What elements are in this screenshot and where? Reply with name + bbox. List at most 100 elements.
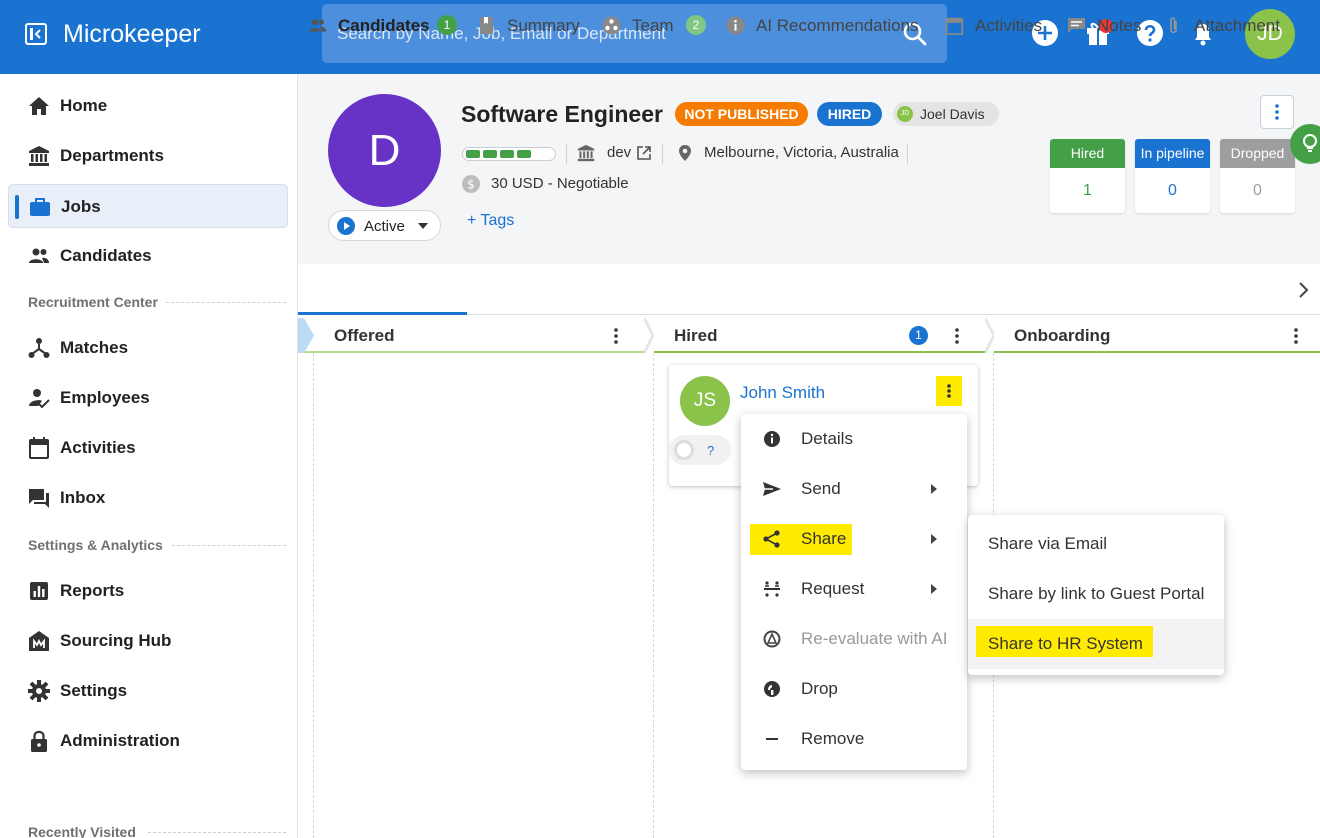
- open-external-icon[interactable]: [636, 145, 652, 161]
- tab-attachment[interactable]: Attachment: [1164, 0, 1294, 50]
- book-icon: [477, 16, 496, 35]
- not-published-badge[interactable]: NOT PUBLISHED: [675, 102, 808, 126]
- sidebar-item-label: Home: [60, 96, 108, 115]
- sidebar-item-administration[interactable]: Administration: [8, 719, 288, 763]
- lightbulb-icon[interactable]: [1290, 124, 1320, 164]
- share-icon: [762, 529, 782, 549]
- drop-icon: [762, 679, 782, 699]
- submenu-item-share-guest-portal[interactable]: Share by link to Guest Portal: [968, 569, 1224, 619]
- candidate-menu-button[interactable]: [936, 376, 962, 406]
- sidebar-item-home[interactable]: Home: [8, 84, 288, 128]
- tab-activities[interactable]: Activities: [945, 0, 1055, 50]
- share-submenu: Share via Email Share by link to Guest P…: [968, 515, 1224, 675]
- note-icon: [1067, 16, 1086, 35]
- column-menu-icon[interactable]: [609, 327, 623, 345]
- column-hired: Hired 1: [654, 318, 985, 353]
- column-menu-icon[interactable]: [1289, 327, 1303, 345]
- section-divider: [148, 832, 286, 833]
- sidebar-item-label: Candidates: [60, 246, 152, 265]
- building-icon: [28, 630, 50, 652]
- menu-item-details[interactable]: Details: [741, 414, 967, 464]
- sidebar-item-label: Jobs: [61, 197, 101, 216]
- add-tags-button[interactable]: + Tags: [467, 212, 514, 230]
- job-location: Melbourne, Victoria, Australia: [704, 144, 899, 161]
- job-salary: 30 USD - Negotiable: [491, 175, 629, 192]
- sidebar-item-inbox[interactable]: Inbox: [8, 476, 288, 520]
- section-divider: [166, 302, 286, 303]
- gear-icon: [28, 680, 50, 702]
- menu-item-re-evaluate-ai[interactable]: Re-evaluate with AI: [741, 614, 967, 664]
- sidebar-item-label: Employees: [60, 388, 150, 407]
- location-pin-icon: [676, 144, 694, 162]
- sidebar-item-departments[interactable]: Departments: [8, 134, 288, 178]
- tab-candidates[interactable]: Candidates 1: [308, 0, 458, 50]
- tabs-scroll-right-icon[interactable]: [1297, 280, 1311, 300]
- rating-value: ?: [707, 443, 715, 458]
- info-icon: [762, 429, 782, 449]
- stat-value: 0: [1253, 182, 1262, 199]
- department-link[interactable]: dev: [607, 144, 631, 161]
- bar-chart-icon: [28, 580, 50, 602]
- tab-summary[interactable]: Summary: [477, 0, 587, 50]
- progress-bar: [462, 147, 556, 161]
- sidebar-toggle-icon[interactable]: [24, 22, 48, 46]
- sidebar-item-activities[interactable]: Activities: [8, 426, 288, 470]
- paperclip-icon: [1164, 16, 1183, 35]
- sidebar-item-settings[interactable]: Settings: [8, 669, 288, 713]
- chat-icon: [28, 487, 50, 509]
- bank-icon: [577, 144, 595, 162]
- sidebar-item-label: Administration: [60, 731, 180, 750]
- owner-avatar: JD: [897, 106, 913, 122]
- tab-count-badge: 2: [686, 15, 706, 35]
- sidebar-item-reports[interactable]: Reports: [8, 569, 288, 613]
- lock-icon: [28, 730, 50, 752]
- sidebar-item-candidates[interactable]: Candidates: [8, 234, 288, 278]
- section-divider: [172, 545, 286, 546]
- tab-notes[interactable]: Notes: [1067, 0, 1152, 50]
- job-tabs: [298, 264, 1320, 315]
- job-avatar: D: [328, 94, 441, 207]
- column-title: Offered: [334, 326, 395, 345]
- candidate-name-link[interactable]: John Smith: [740, 383, 825, 403]
- stat-hired[interactable]: Hired 1: [1050, 139, 1125, 213]
- calendar-icon: [945, 16, 964, 35]
- sidebar-item-jobs[interactable]: Jobs: [8, 184, 288, 228]
- sidebar-item-employees[interactable]: Employees: [8, 376, 288, 420]
- plus-icon: +: [467, 212, 481, 229]
- sidebar-item-matches[interactable]: Matches: [8, 326, 288, 370]
- job-more-menu-button[interactable]: [1260, 95, 1294, 129]
- tab-ai-recommendations[interactable]: AI Recommendations: [726, 0, 931, 50]
- menu-item-drop[interactable]: Drop: [741, 664, 967, 714]
- stat-in-pipeline[interactable]: In pipeline 0: [1135, 139, 1210, 213]
- sidebar-item-label: Activities: [60, 438, 136, 457]
- app-title[interactable]: Microkeeper: [63, 18, 201, 50]
- submenu-item-share-hr-system[interactable]: Share to HR System: [968, 619, 1224, 669]
- tab-team[interactable]: Team 2: [602, 0, 712, 50]
- chevron-down-icon: [418, 223, 428, 229]
- menu-item-send[interactable]: Send: [741, 464, 967, 514]
- column-menu-icon[interactable]: [950, 327, 964, 345]
- menu-item-remove[interactable]: Remove: [741, 714, 967, 764]
- svg-text:$: $: [467, 178, 475, 192]
- briefcase-icon: [29, 196, 51, 218]
- people-icon: [28, 245, 50, 267]
- sidebar-item-sourcing-hub[interactable]: Sourcing Hub: [8, 619, 288, 663]
- owner-chip[interactable]: JD Joel Davis: [893, 102, 999, 126]
- column-onboarding: Onboarding: [994, 318, 1320, 353]
- score-ring-icon: [674, 440, 694, 460]
- job-status-dropdown[interactable]: Active: [328, 210, 441, 241]
- rating-chip[interactable]: ?: [669, 435, 731, 465]
- tab-count-badge: 1: [437, 15, 457, 35]
- stat-value: 0: [1168, 182, 1177, 199]
- section-label-recent: Recently Visited: [28, 824, 136, 838]
- send-icon: [762, 479, 782, 499]
- menu-item-share[interactable]: Share: [741, 514, 967, 564]
- submenu-item-share-email[interactable]: Share via Email: [968, 519, 1224, 569]
- column-title: Hired: [674, 326, 718, 345]
- stat-dropped[interactable]: Dropped 0: [1220, 139, 1295, 213]
- page-title: Software Engineer: [461, 101, 663, 127]
- sidebar-item-label: Settings: [60, 681, 128, 700]
- info-icon: [726, 16, 745, 35]
- column-offered: Offered: [298, 318, 644, 353]
- menu-item-request[interactable]: Request: [741, 564, 967, 614]
